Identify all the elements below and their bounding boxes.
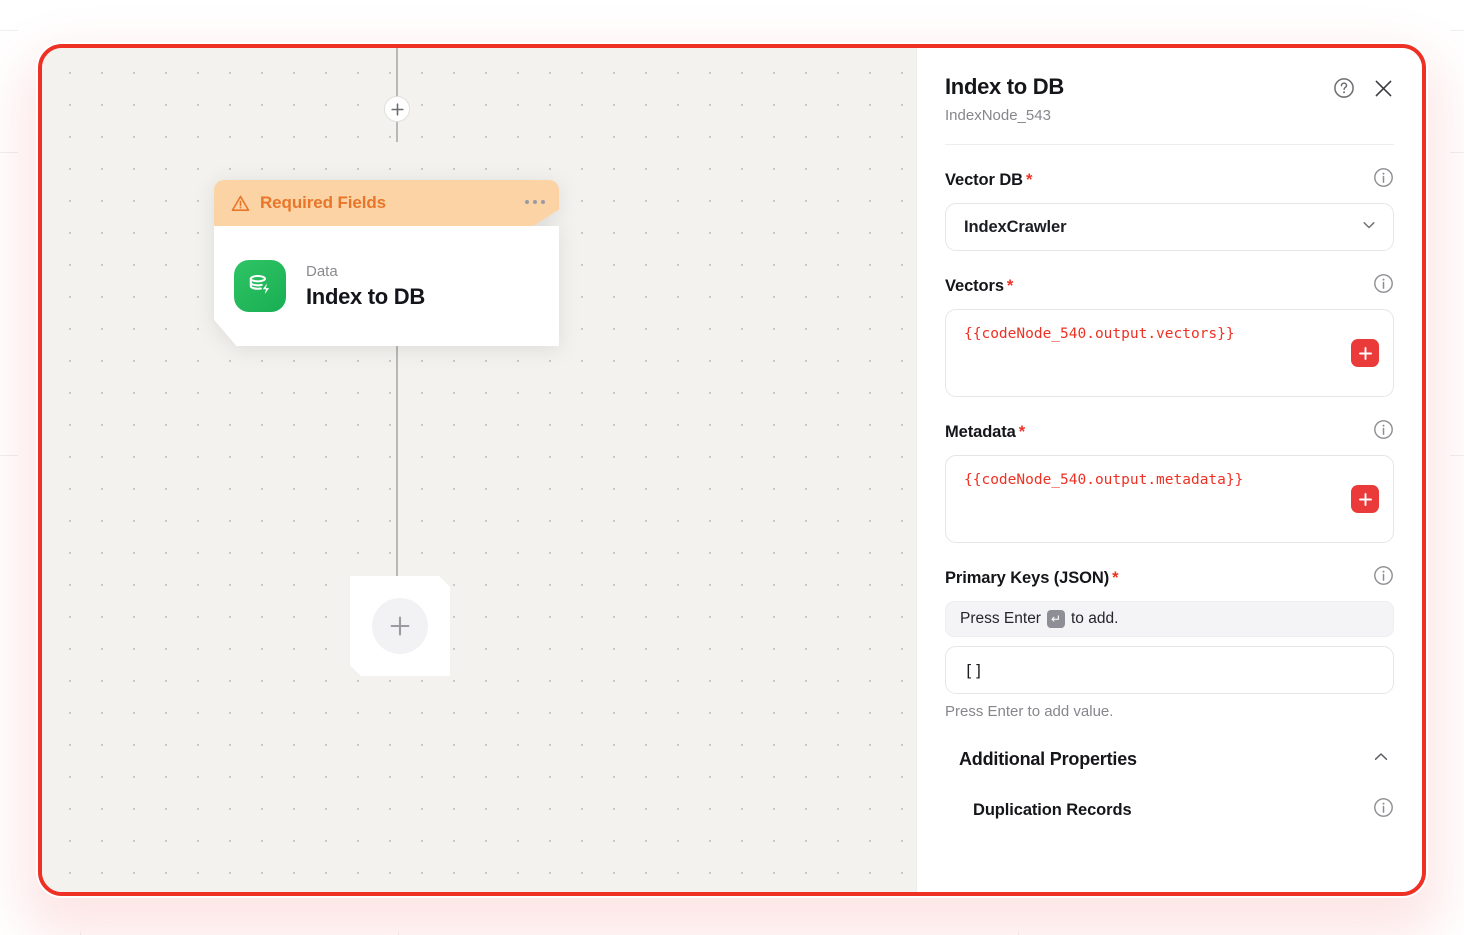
panel-divider	[945, 144, 1394, 145]
hint-prefix: Press Enter	[960, 610, 1041, 627]
add-node-placeholder[interactable]	[350, 576, 450, 676]
info-icon[interactable]	[1373, 273, 1394, 299]
chevron-up-icon	[1372, 748, 1390, 771]
panel-header: Index to DB IndexNode_543	[945, 48, 1394, 145]
field-vectors: Vectors * {{codeNode_540.output.vectors}}	[945, 273, 1394, 397]
close-icon[interactable]	[1373, 78, 1394, 99]
vectors-add-button[interactable]	[1351, 339, 1379, 367]
workflow-canvas[interactable]: Required Fields Data Index to DB	[42, 48, 920, 892]
field-label: Duplication Records	[973, 800, 1132, 819]
add-node-circle	[372, 598, 428, 654]
field-label: Vector DB *	[945, 170, 1033, 189]
panel-scroll-area[interactable]: Index to DB IndexNode_543 Vector DB * In…	[917, 48, 1422, 892]
node-settings-panel: Index to DB IndexNode_543 Vector DB * In…	[916, 48, 1422, 892]
node-text-block: Data Index to DB	[306, 263, 425, 310]
screenshot-root: Required Fields Data Index to DB Index t…	[0, 0, 1464, 935]
warning-triangle-icon	[231, 195, 250, 211]
info-icon[interactable]	[1373, 167, 1394, 193]
plus-icon	[1358, 346, 1372, 360]
field-duplication-records: Duplication Records	[945, 797, 1394, 823]
node-body: Data Index to DB	[214, 226, 559, 346]
plus-icon	[1358, 492, 1372, 506]
edge-top	[396, 48, 398, 142]
enter-key-icon: ↵	[1046, 610, 1065, 628]
plus-icon	[390, 102, 404, 116]
vector-db-select[interactable]: IndexCrawler	[945, 203, 1394, 251]
field-label: Vectors *	[945, 276, 1014, 295]
highlight-frame: Required Fields Data Index to DB Index t…	[38, 44, 1426, 896]
primary-keys-hint: Press Enter ↵ to add.	[945, 601, 1394, 637]
edge-bottom	[396, 346, 398, 578]
metadata-add-button[interactable]	[1351, 485, 1379, 513]
hint-suffix: to add.	[1070, 610, 1119, 627]
field-label: Metadata *	[945, 422, 1026, 441]
metadata-value: {{codeNode_540.output.metadata}}	[964, 472, 1244, 488]
additional-properties-section[interactable]: Additional Properties	[945, 748, 1394, 771]
node-title: Index to DB	[306, 283, 425, 309]
info-icon[interactable]	[1373, 797, 1394, 823]
database-lightning-icon	[234, 260, 286, 312]
vector-db-value: IndexCrawler	[964, 217, 1067, 236]
primary-keys-value: []	[964, 660, 984, 680]
vectors-value: {{codeNode_540.output.vectors}}	[964, 326, 1235, 342]
primary-keys-help: Press Enter to add value.	[945, 703, 1114, 720]
metadata-input[interactable]: {{codeNode_540.output.metadata}}	[945, 455, 1394, 543]
field-metadata: Metadata * {{codeNode_540.output.metadata…	[945, 419, 1394, 543]
more-options-icon[interactable]	[525, 200, 545, 206]
field-label: Primary Keys (JSON) *	[945, 568, 1119, 587]
field-vector-db: Vector DB * IndexCrawler	[945, 167, 1394, 251]
additional-properties-title: Additional Properties	[959, 749, 1137, 769]
panel-title: Index to DB	[945, 74, 1064, 99]
panel-node-id: IndexNode_543	[945, 107, 1051, 124]
edge-add-button[interactable]	[384, 96, 410, 122]
workflow-node-index-to-db[interactable]: Required Fields Data Index to DB	[214, 180, 559, 346]
info-icon[interactable]	[1373, 419, 1394, 445]
info-icon[interactable]	[1373, 565, 1394, 591]
field-primary-keys: Primary Keys (JSON) * Press Enter ↵ to a…	[945, 565, 1394, 720]
help-circle-icon[interactable]	[1333, 77, 1355, 99]
node-required-fields-banner: Required Fields	[214, 180, 559, 226]
primary-keys-input[interactable]: []	[945, 646, 1394, 694]
node-banner-label: Required Fields	[260, 193, 387, 212]
vectors-input[interactable]: {{codeNode_540.output.vectors}}	[945, 309, 1394, 397]
plus-icon	[390, 616, 410, 636]
node-category-label: Data	[306, 262, 338, 280]
node-icon-wrapper	[227, 253, 293, 319]
chevron-down-icon	[1361, 217, 1377, 238]
